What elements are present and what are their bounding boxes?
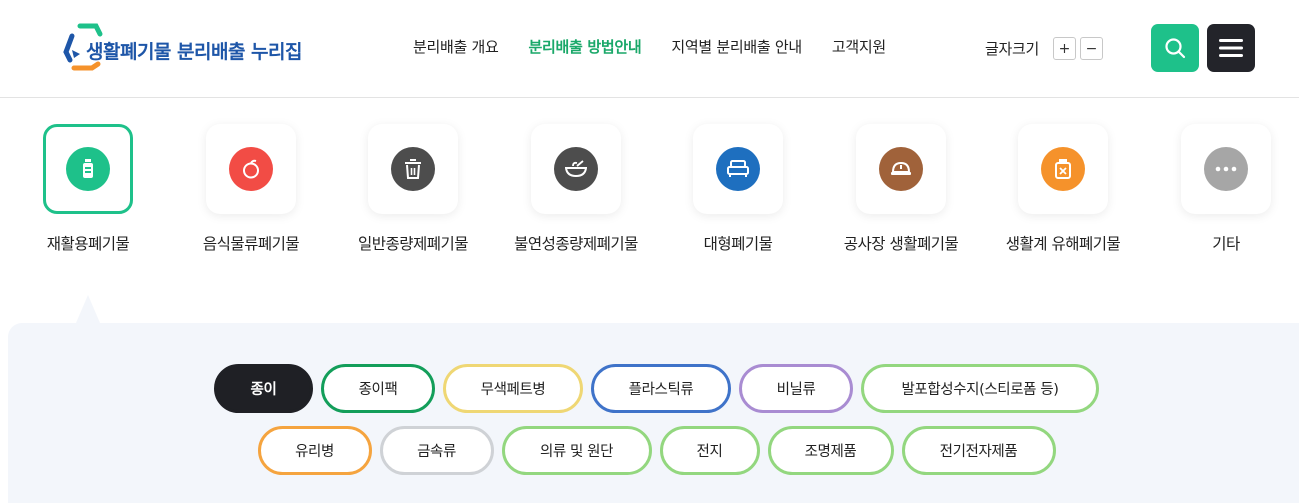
more-dots-icon bbox=[1204, 147, 1248, 191]
category-label: 불연성종량제폐기물 bbox=[514, 235, 638, 253]
font-size-label: 글자크기 bbox=[985, 40, 1040, 58]
nav-overview[interactable]: 분리배출 개요 bbox=[413, 36, 499, 57]
category-label: 공사장 생활폐기물 bbox=[843, 235, 959, 253]
category-nonflammable-waste[interactable]: 불연성종량제폐기물 bbox=[496, 124, 656, 254]
nav-regional-guide[interactable]: 지역별 분리배출 안내 bbox=[671, 36, 802, 57]
chip-electronics[interactable]: 전기전자제품 bbox=[901, 426, 1056, 475]
category-general-waste[interactable]: 일반종량제폐기물 bbox=[333, 124, 493, 254]
font-size-control: 글자크기 + − bbox=[985, 37, 1107, 60]
category-card bbox=[856, 124, 946, 214]
search-icon bbox=[1165, 38, 1186, 59]
subcategory-row-1: 종이 종이팩 무색페트병 플라스틱류 비닐류 발포합성수지(스티로폼 등) bbox=[0, 364, 1299, 413]
hamburger-menu-icon bbox=[1219, 39, 1243, 57]
category-label: 대형폐기물 bbox=[703, 235, 773, 253]
category-construction-waste[interactable]: 공사장 생활폐기물 bbox=[821, 124, 981, 254]
search-button[interactable] bbox=[1151, 24, 1199, 72]
chip-paper-pack[interactable]: 종이팩 bbox=[321, 364, 435, 413]
chip-battery[interactable]: 전지 bbox=[659, 426, 760, 475]
category-label: 기타 bbox=[1212, 235, 1240, 253]
site-header: 생활폐기물 분리배출 누리집 분리배출 개요 분리배출 방법안내 지역별 분리배… bbox=[0, 0, 1299, 98]
waste-category-list: 재활용폐기물 음식물류폐기물 일반종량제폐기물 불연성종량제폐기물 대형폐기물 … bbox=[0, 124, 1299, 264]
font-increase-button[interactable]: + bbox=[1053, 37, 1077, 60]
chip-plastic[interactable]: 플라스틱류 bbox=[591, 364, 731, 413]
category-other[interactable]: 기타 bbox=[1146, 124, 1299, 254]
category-card bbox=[531, 124, 621, 214]
category-card bbox=[206, 124, 296, 214]
category-card bbox=[693, 124, 783, 214]
logo-text: 생활폐기물 분리배출 누리집 bbox=[86, 40, 303, 63]
chip-glass-bottle[interactable]: 유리병 bbox=[257, 426, 372, 475]
category-recyclable[interactable]: 재활용폐기물 bbox=[8, 124, 168, 254]
recycle-logo-icon bbox=[63, 23, 103, 71]
category-card bbox=[1181, 124, 1271, 214]
chip-vinyl[interactable]: 비닐류 bbox=[739, 364, 853, 413]
chip-clear-pet[interactable]: 무색페트병 bbox=[443, 364, 583, 413]
category-card bbox=[368, 124, 458, 214]
subcategory-panel bbox=[8, 323, 1299, 503]
chip-metal[interactable]: 금속류 bbox=[379, 426, 494, 475]
bottle-icon bbox=[66, 147, 110, 191]
trash-can-icon bbox=[391, 147, 435, 191]
chip-lighting[interactable]: 조명제품 bbox=[767, 426, 894, 475]
category-large-waste[interactable]: 대형폐기물 bbox=[658, 124, 818, 254]
font-decrease-button[interactable]: − bbox=[1080, 37, 1104, 60]
panel-pointer bbox=[76, 295, 100, 323]
hard-hat-icon bbox=[879, 147, 923, 191]
chip-paper[interactable]: 종이 bbox=[214, 364, 313, 413]
bowl-icon bbox=[554, 147, 598, 191]
chip-styrofoam[interactable]: 발포합성수지(스티로폼 등) bbox=[861, 364, 1099, 413]
category-card bbox=[43, 124, 133, 214]
nav-customer-support[interactable]: 고객지원 bbox=[832, 36, 886, 57]
menu-button[interactable] bbox=[1207, 24, 1255, 72]
hazard-jar-icon bbox=[1041, 147, 1085, 191]
chip-clothing-fabric[interactable]: 의류 및 원단 bbox=[501, 426, 652, 475]
category-hazardous-waste[interactable]: 생활계 유해폐기물 bbox=[983, 124, 1143, 254]
category-label: 재활용폐기물 bbox=[46, 235, 130, 253]
category-card bbox=[1018, 124, 1108, 214]
bed-icon bbox=[716, 147, 760, 191]
subcategory-row-2: 유리병 금속류 의류 및 원단 전지 조명제품 전기전자제품 bbox=[0, 426, 1299, 475]
apple-icon bbox=[229, 147, 273, 191]
category-label: 생활계 유해폐기물 bbox=[1005, 235, 1121, 253]
category-label: 일반종량제폐기물 bbox=[357, 235, 469, 253]
nav-disposal-method[interactable]: 분리배출 방법안내 bbox=[528, 36, 641, 57]
main-nav: 분리배출 개요 분리배출 방법안내 지역별 분리배출 안내 고객지원 bbox=[413, 36, 916, 57]
category-food-waste[interactable]: 음식물류폐기물 bbox=[171, 124, 331, 254]
category-label: 음식물류폐기물 bbox=[202, 235, 300, 253]
site-logo[interactable]: 생활폐기물 분리배출 누리집 bbox=[60, 20, 303, 76]
